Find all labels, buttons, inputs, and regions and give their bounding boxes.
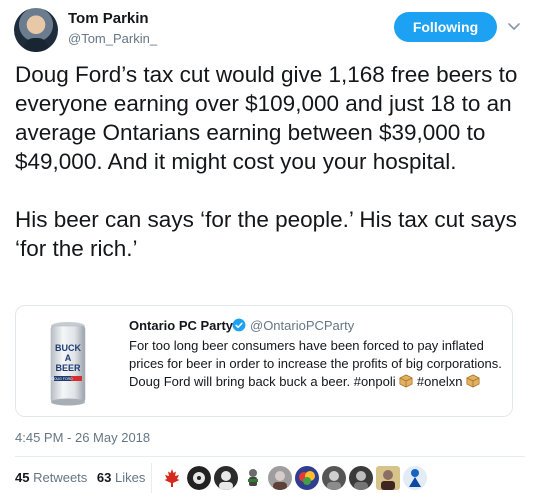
tweet-timestamp[interactable]: 4:45 PM - 26 May 2018 [15, 430, 150, 445]
quoted-author-name[interactable]: Ontario PC Party [129, 318, 233, 333]
divider [15, 456, 525, 457]
author-avatar[interactable] [14, 8, 58, 52]
stats-separator [151, 463, 152, 493]
retweets-stat[interactable]: 45 Retweets [15, 470, 87, 485]
tweet-text: Doug Ford’s tax cut would give 1,168 fre… [15, 62, 518, 261]
retweets-label: Retweets [33, 470, 88, 485]
author-handle[interactable]: @Tom_Parkin_ [68, 31, 157, 46]
verified-badge-icon [232, 318, 246, 332]
can-text-beer: BEER [55, 363, 81, 373]
likes-label: Likes [115, 470, 146, 485]
quoted-author-handle[interactable]: @OntarioPCParty [250, 318, 354, 333]
quoted-tweet[interactable]: BUCK A BEER DOUG FORD Ontario PC Party @… [15, 305, 513, 417]
chevron-down-icon[interactable] [506, 18, 522, 34]
author-name[interactable]: Tom Parkin [68, 10, 149, 27]
portrait-avatar[interactable] [349, 466, 373, 490]
balloon-avatar[interactable] [295, 466, 319, 490]
tweet-header: Tom Parkin @Tom_Parkin_ Following [14, 8, 526, 52]
beer-can-image: BUCK A BEER DOUG FORD [28, 314, 128, 410]
can-small-text: DOUG FORD [51, 377, 73, 381]
retweets-count: 45 [15, 470, 30, 485]
maple-leaf-avatar[interactable] [160, 466, 184, 490]
package-emoji-icon [466, 374, 480, 388]
likes-stat[interactable]: 63 Likes [97, 470, 145, 485]
portrait-avatar[interactable] [268, 466, 292, 490]
can-text-buck: BUCK [55, 343, 81, 353]
portrait-avatar[interactable] [322, 466, 346, 490]
tweet-stats: 45 Retweets 63 Likes [15, 470, 151, 485]
portrait-avatar[interactable] [376, 466, 400, 490]
figure-avatar[interactable] [241, 466, 265, 490]
portrait-avatar[interactable] [214, 466, 238, 490]
quoted-hashtag-onelxn[interactable]: #onelxn [417, 374, 463, 389]
package-emoji-icon [399, 374, 413, 388]
can-text-a: A [65, 353, 72, 363]
likes-count: 63 [96, 470, 112, 485]
figure-avatar[interactable] [403, 466, 427, 490]
quoted-tweet-text: For too long beer consumers have been fo… [129, 337, 509, 391]
record-avatar[interactable] [187, 466, 211, 490]
following-button[interactable]: Following [394, 12, 497, 42]
